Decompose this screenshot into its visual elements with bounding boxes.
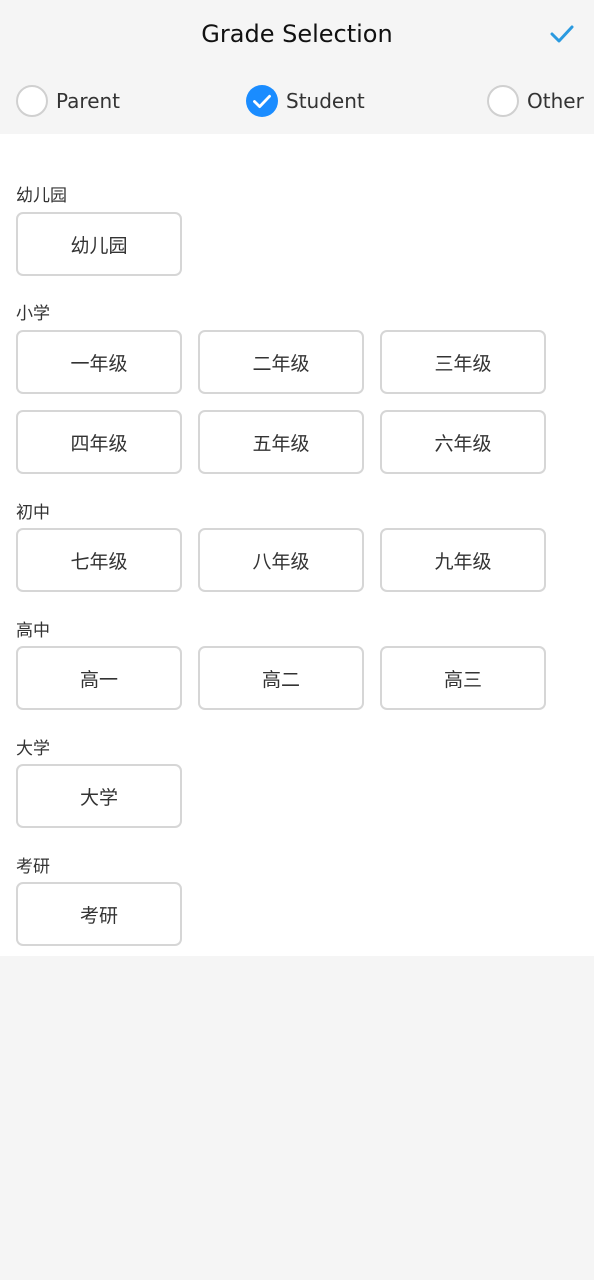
grade-button[interactable]: 高一 bbox=[16, 646, 182, 710]
grade-button[interactable]: 六年级 bbox=[380, 410, 546, 474]
section-title-postgraduate: 考研 bbox=[16, 857, 50, 877]
header-bar: Grade Selection bbox=[0, 0, 594, 68]
page-title: Grade Selection bbox=[201, 20, 393, 48]
radio-checked-icon[interactable] bbox=[246, 85, 278, 117]
role-option-other[interactable]: Other bbox=[487, 84, 584, 118]
section-title-junior-high: 初中 bbox=[16, 503, 50, 523]
check-circle-icon bbox=[246, 85, 278, 117]
role-option-student[interactable]: Student bbox=[246, 84, 365, 118]
grade-button[interactable]: 三年级 bbox=[380, 330, 546, 394]
grade-button[interactable]: 七年级 bbox=[16, 528, 182, 592]
role-selector: Parent Student Other bbox=[0, 68, 594, 134]
grade-button[interactable]: 考研 bbox=[16, 882, 182, 946]
grade-button[interactable]: 八年级 bbox=[198, 528, 364, 592]
section-title-university: 大学 bbox=[16, 739, 50, 759]
confirm-button[interactable] bbox=[548, 20, 576, 48]
role-label: Parent bbox=[56, 89, 121, 113]
radio-unchecked-icon[interactable] bbox=[16, 85, 48, 117]
grade-button[interactable]: 四年级 bbox=[16, 410, 182, 474]
checkmark-icon bbox=[550, 25, 574, 43]
grade-button[interactable]: 高三 bbox=[380, 646, 546, 710]
section-title-senior-high: 高中 bbox=[16, 621, 50, 641]
grade-list: 幼儿园 幼儿园 小学 一年级 二年级 三年级 四年级 五年级 六年级 初中 七年… bbox=[0, 134, 594, 956]
grade-button[interactable]: 大学 bbox=[16, 764, 182, 828]
grade-button[interactable]: 九年级 bbox=[380, 528, 546, 592]
grade-button[interactable]: 高二 bbox=[198, 646, 364, 710]
grade-button[interactable]: 一年级 bbox=[16, 330, 182, 394]
section-title-kindergarten: 幼儿园 bbox=[16, 186, 67, 206]
section-title-primary: 小学 bbox=[16, 304, 50, 324]
grade-button[interactable]: 幼儿园 bbox=[16, 212, 182, 276]
radio-unchecked-icon[interactable] bbox=[487, 85, 519, 117]
role-option-parent[interactable]: Parent bbox=[16, 84, 120, 118]
role-label: Other bbox=[527, 89, 584, 113]
grade-button[interactable]: 五年级 bbox=[198, 410, 364, 474]
grade-button[interactable]: 二年级 bbox=[198, 330, 364, 394]
role-label: Student bbox=[286, 89, 365, 113]
